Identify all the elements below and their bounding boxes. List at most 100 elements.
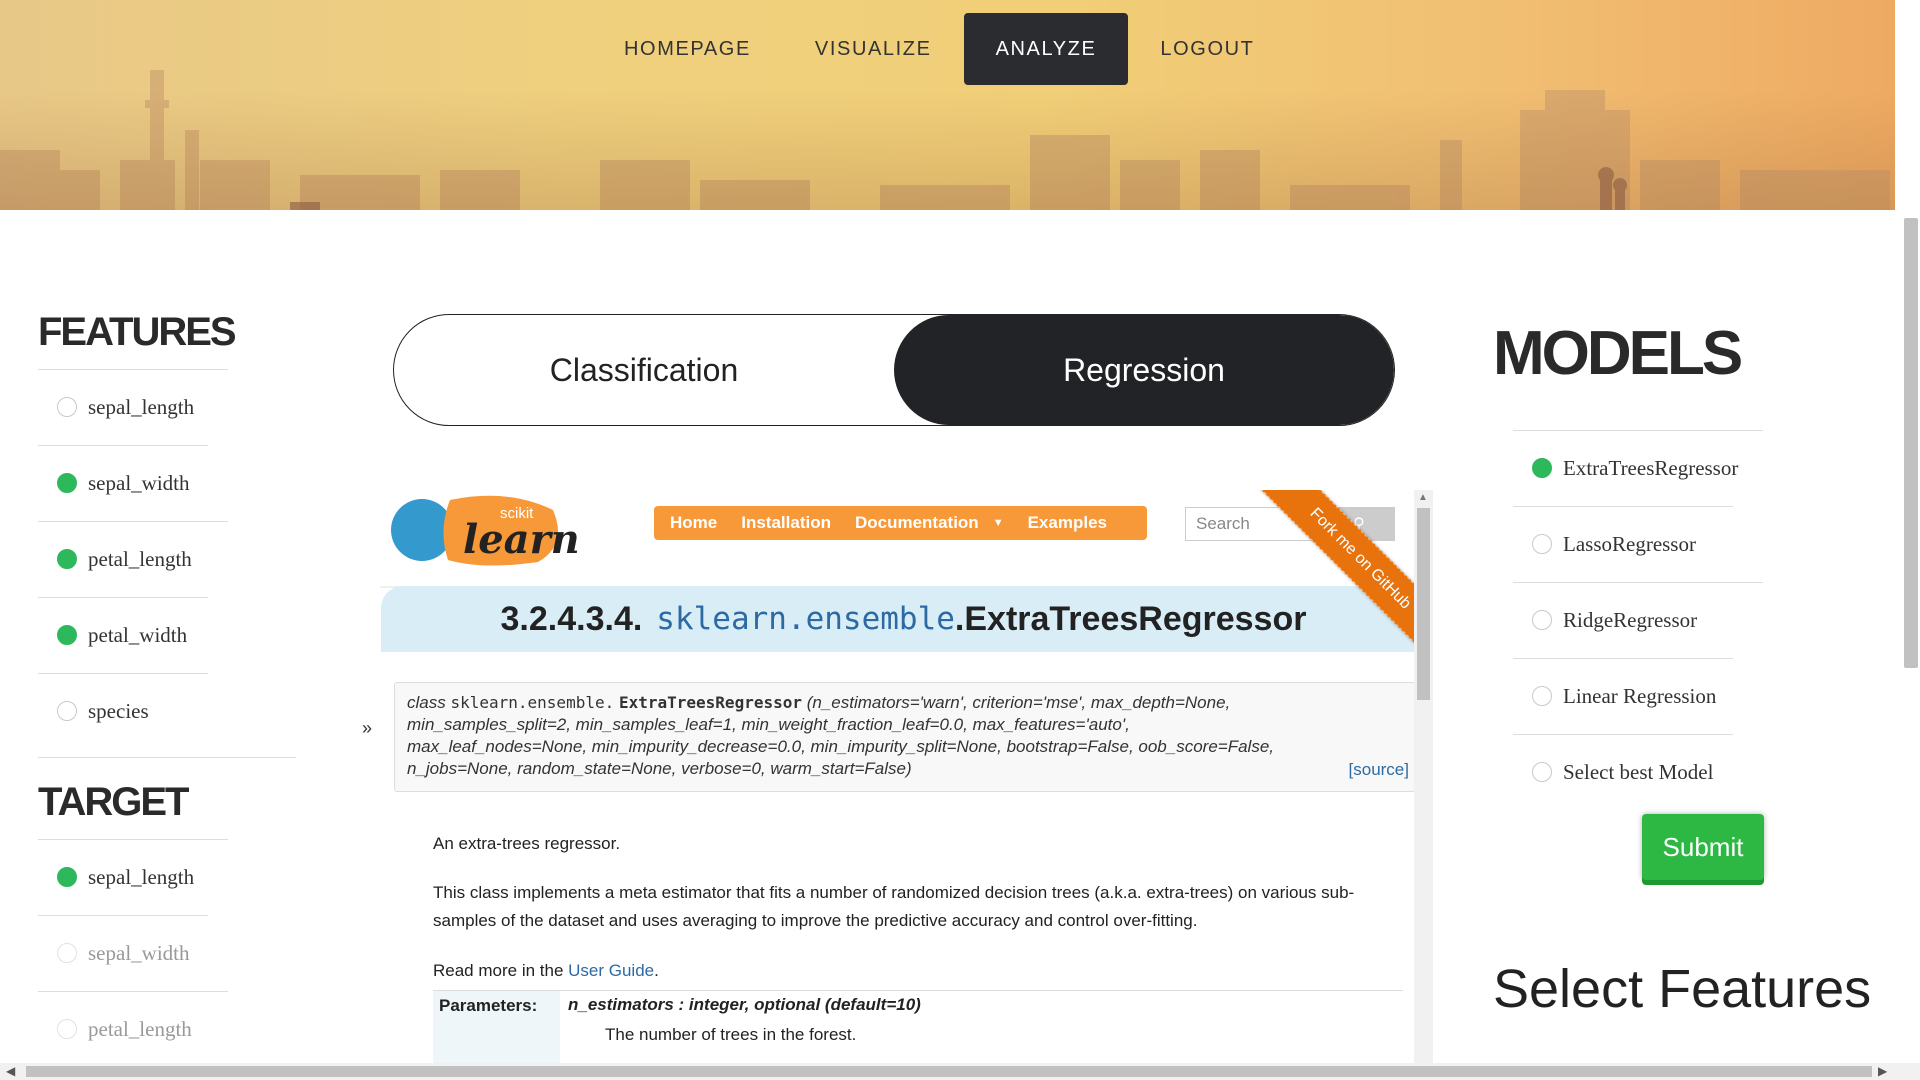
model-option-best[interactable]: Select best Model [1513,734,1773,810]
model-option-extratrees[interactable]: ExtraTreesRegressor [1513,430,1773,506]
target-option-petal-length[interactable]: petal_length [38,991,298,1067]
model-label: Select best Model [1563,759,1714,784]
radio-icon[interactable] [57,397,77,417]
page-vertical-scrollbar[interactable] [1895,0,1920,1065]
model-label: LassoRegressor [1563,531,1696,556]
feature-label: species [88,698,149,723]
docs-nav-examples[interactable]: Examples [1028,513,1107,533]
user-guide-link[interactable]: User Guide [568,961,654,980]
doc-title-number: 3.2.4.3.4. [500,599,643,638]
radio-icon[interactable] [1532,534,1552,554]
docs-nav: Home Installation Documentation ▼ Exampl… [654,506,1147,540]
features-list: sepal_length sepal_width petal_length pe… [38,369,298,749]
model-label: Linear Regression [1563,683,1717,708]
radio-icon[interactable] [1532,686,1552,706]
doc-description: This class implements a meta estimator t… [433,883,1355,930]
target-option-sepal-width[interactable]: sepal_width [38,915,298,991]
read-more-suffix: . [654,961,659,980]
section-divider [38,757,296,758]
parameters-table: Parameters: n_estimators : integer, opti… [433,990,1403,1063]
model-label: ExtraTreesRegressor [1563,455,1739,480]
submit-button[interactable]: Submit [1642,814,1764,880]
radio-icon[interactable] [57,1019,77,1039]
scikit-learn-logo: scikit learn [391,495,580,566]
main-nav: HOMEPAGE VISUALIZE ANALYZE LOGOUT [592,13,1286,85]
feature-option-petal-length[interactable]: petal_length [38,521,298,597]
toggle-classification[interactable]: Classification [394,315,894,425]
model-label: RidgeRegressor [1563,607,1698,632]
sig-line-4: n_jobs=None, random_state=None, verbose=… [407,759,912,778]
docs-nav-installation[interactable]: Installation [741,513,831,533]
feature-option-sepal-length[interactable]: sepal_length [38,369,298,445]
feature-label: petal_width [88,622,188,647]
sidebar-expand-icon[interactable]: » [362,718,372,739]
source-link[interactable]: [source] [1349,759,1409,781]
model-option-ridge[interactable]: RidgeRegressor [1513,582,1773,658]
param-n-estimators-desc: The number of trees in the forest. [605,1025,857,1044]
target-label: sepal_width [88,940,190,965]
select-features-title: Select Features [1493,959,1872,1019]
models-title: MODELS [1493,319,1743,388]
scroll-right-icon[interactable]: ▶ [1878,1064,1887,1078]
class-signature: class sklearn.ensemble. ExtraTreesRegres… [394,682,1422,792]
nav-analyze[interactable]: ANALYZE [963,13,1129,85]
sig-line-1: class sklearn.ensemble. ExtraTreesRegres… [407,692,1409,714]
target-title: TARGET [38,780,189,824]
github-ribbon[interactable]: Fork me on GitHub [1240,490,1430,670]
scroll-left-icon[interactable]: ◀ [6,1064,15,1078]
docs-frame-scrollbar[interactable]: ▲ [1414,490,1433,1063]
models-list: ExtraTreesRegressor LassoRegressor Ridge… [1513,430,1773,810]
docs-frame-scroll-thumb[interactable] [1417,508,1430,700]
github-ribbon-label[interactable]: Fork me on GitHub [1253,490,1430,666]
models-panel: MODELS ExtraTreesRegressor LassoRegresso… [1493,318,1893,1019]
radio-icon[interactable] [57,701,77,721]
target-option-sepal-length[interactable]: sepal_length [38,839,298,915]
features-panel: FEATURES sepal_length sepal_width petal_… [38,310,298,1067]
sig-class: ExtraTreesRegressor [618,693,802,712]
target-list: sepal_length sepal_width petal_length [38,839,298,1067]
feature-option-sepal-width[interactable]: sepal_width [38,445,298,521]
radio-checked-icon[interactable] [57,867,77,887]
radio-icon[interactable] [1532,610,1552,630]
docs-nav-home[interactable]: Home [670,513,717,533]
radio-icon[interactable] [1532,762,1552,782]
chevron-down-icon[interactable]: ▼ [993,517,1004,529]
model-option-lasso[interactable]: LassoRegressor [1513,506,1773,582]
radio-icon[interactable] [57,943,77,963]
read-more-prefix: Read more in the [433,961,569,980]
doc-summary: An extra-trees regressor. [433,834,621,853]
feature-label: petal_length [88,546,192,571]
feature-label: sepal_width [88,470,190,495]
radio-checked-icon[interactable] [57,473,77,493]
feature-label: sepal_length [88,394,195,419]
parameters-label: Parameters: [433,991,560,1063]
docs-nav-documentation[interactable]: Documentation [855,513,979,533]
sig-line-2: min_samples_split=2, min_samples_leaf=1,… [407,715,1130,734]
target-label: sepal_length [88,864,195,889]
radio-checked-icon[interactable] [1532,458,1552,478]
toggle-regression[interactable]: Regression [894,315,1394,425]
task-type-toggle: Classification Regression [393,314,1395,426]
radio-checked-icon[interactable] [57,549,77,569]
page-horizontal-scrollbar[interactable]: ◀ ▶ [0,1063,1920,1080]
doc-title-module[interactable]: sklearn.ensemble [656,601,955,637]
target-label: petal_length [88,1016,192,1041]
page-vertical-scroll-thumb[interactable] [1904,218,1918,668]
sig-line-3: max_leaf_nodes=None, min_impurity_decrea… [407,737,1275,756]
param-n-estimators: n_estimators : integer, optional (defaul… [568,995,921,1014]
model-option-linear[interactable]: Linear Regression [1513,658,1773,734]
model-docs-frame[interactable]: scikit learn Search ⚲ Home Installation … [360,490,1433,1063]
nav-visualize[interactable]: VISUALIZE [783,13,964,85]
sig-module: sklearn.ensemble. [450,693,615,712]
features-title: FEATURES [38,310,237,354]
logo-learn-text: learn [463,516,580,563]
nav-homepage[interactable]: HOMEPAGE [592,13,783,85]
doc-read-more: Read more in the User Guide. [433,957,1403,985]
feature-option-petal-width[interactable]: petal_width [38,597,298,673]
scroll-up-icon[interactable]: ▲ [1418,492,1428,503]
page-horizontal-scroll-thumb[interactable] [26,1066,1872,1077]
radio-checked-icon[interactable] [57,625,77,645]
feature-option-species[interactable]: species [38,673,298,749]
sig-args-1: (n_estimators='warn', criterion='mse', m… [806,693,1231,712]
nav-logout[interactable]: LOGOUT [1128,13,1286,85]
